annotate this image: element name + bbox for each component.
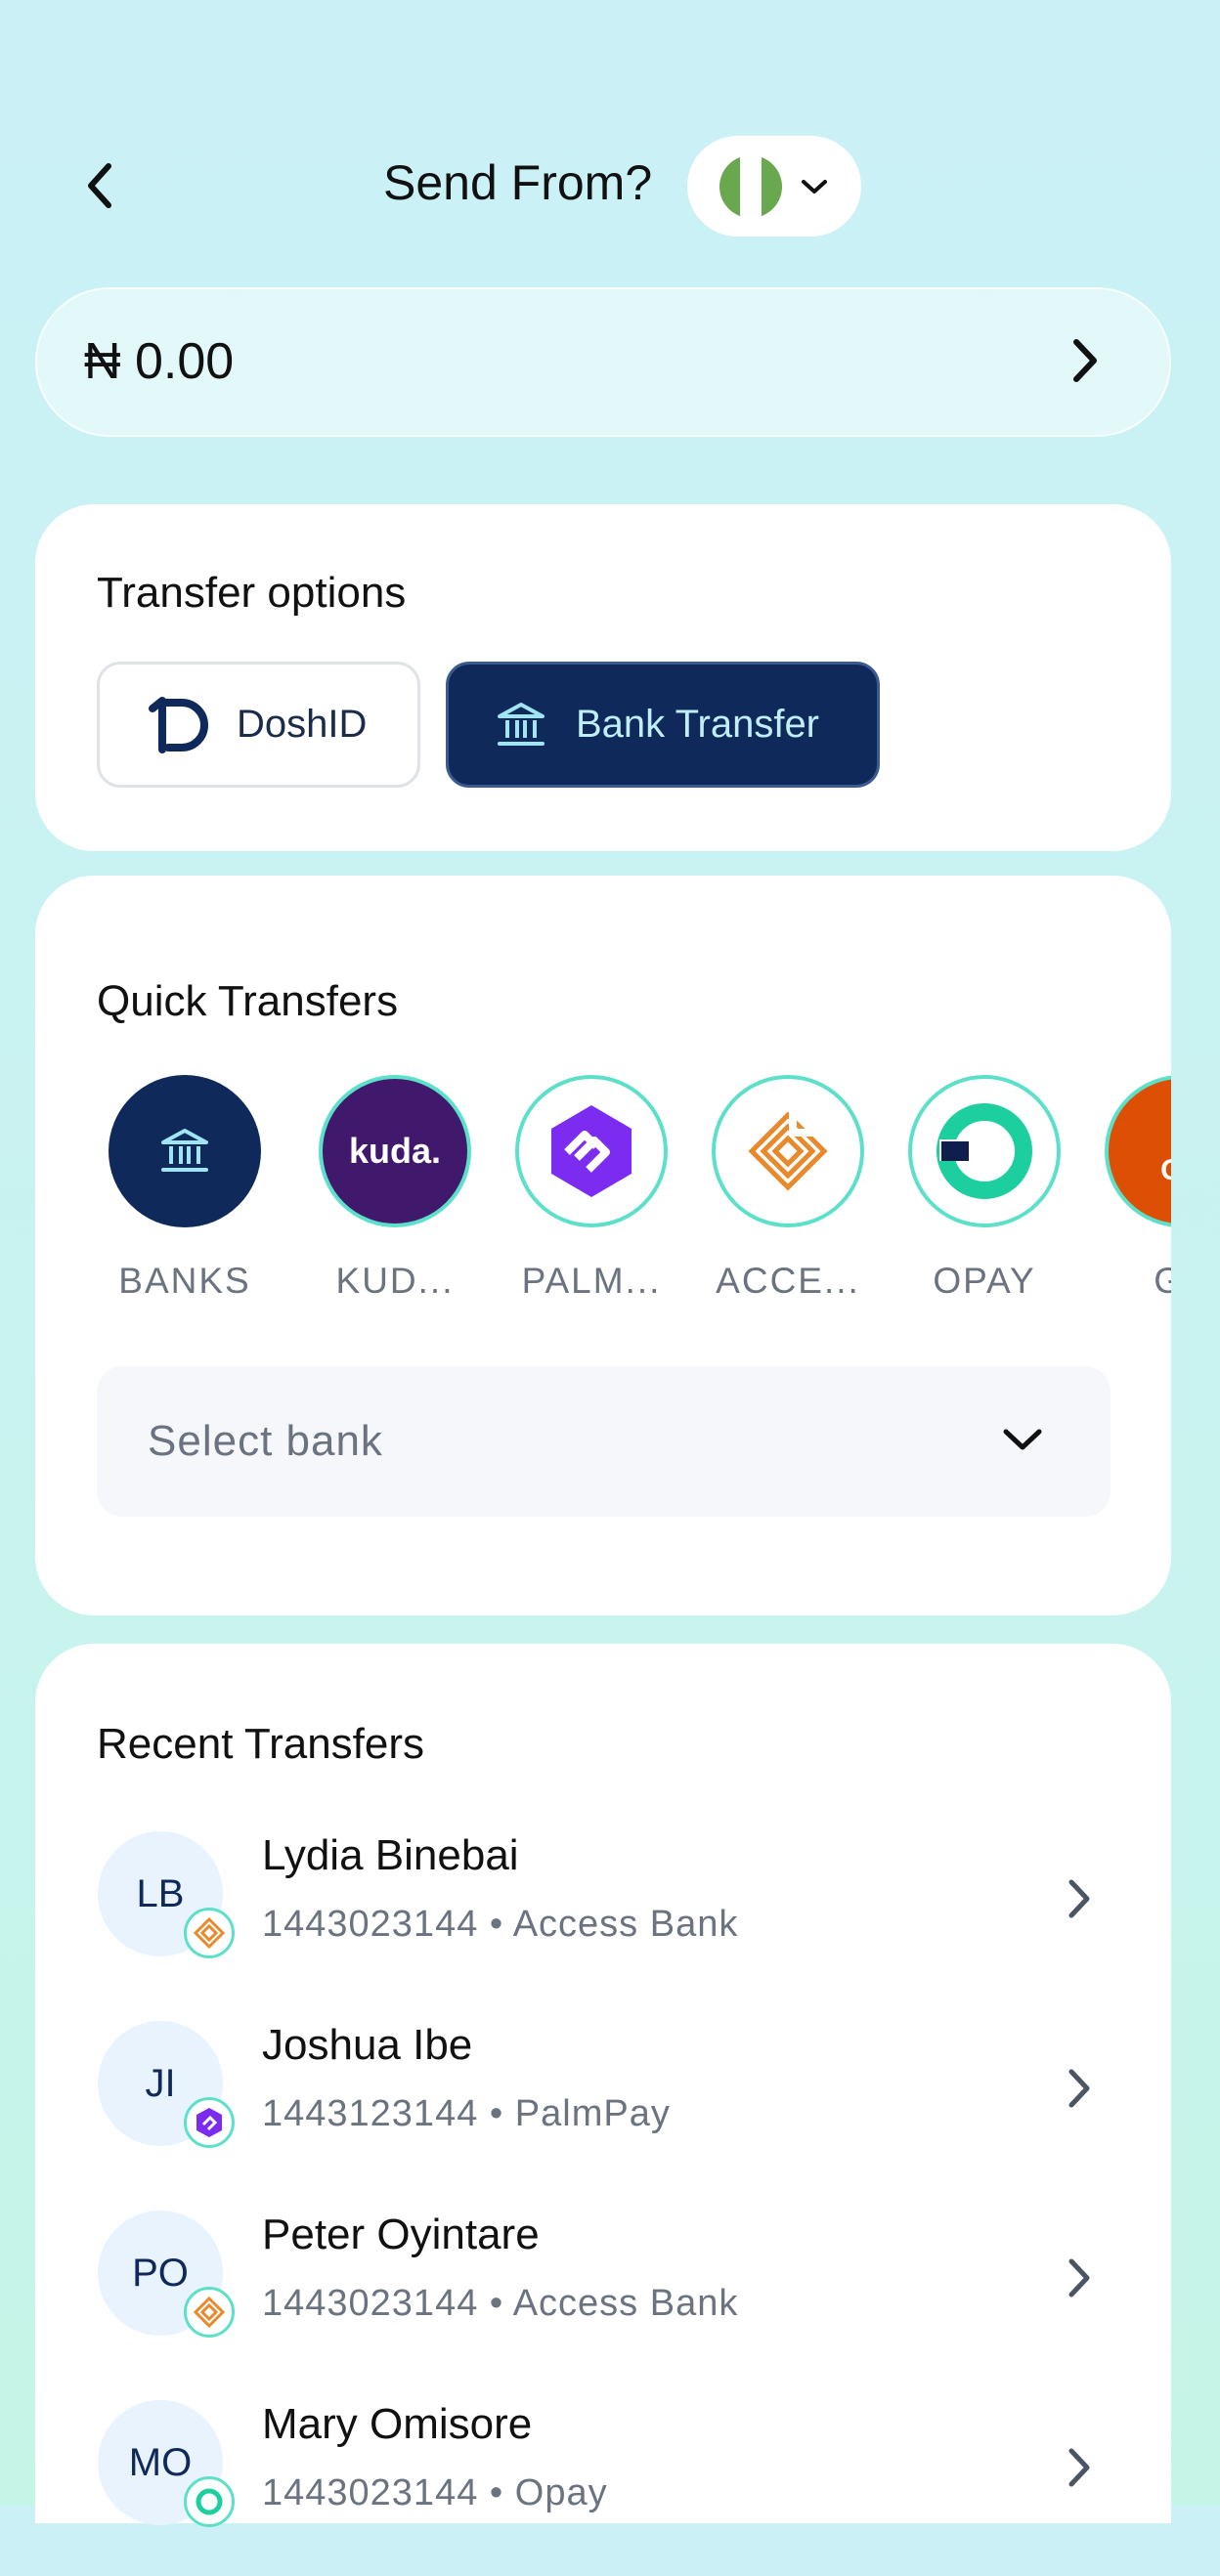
bank-name: PalmPay bbox=[514, 2093, 671, 2134]
select-bank-placeholder: Select bank bbox=[148, 1417, 383, 1465]
gtbank-logo-text: GT bbox=[1160, 1154, 1171, 1187]
quick-transfer-label: ACCE... bbox=[716, 1261, 860, 1301]
separator-dot: • bbox=[489, 2093, 504, 2134]
recipient-details: 1443023144 • Access Bank bbox=[262, 2283, 738, 2325]
quick-transfer-label: BANKS bbox=[118, 1261, 251, 1301]
doshid-option-button[interactable]: DoshID bbox=[97, 662, 420, 788]
quick-transfer-gtbank[interactable]: GT GT bbox=[1103, 1075, 1171, 1302]
chevron-right-icon bbox=[1052, 1867, 1107, 1931]
balance-amount: ₦ 0.00 bbox=[84, 333, 235, 390]
recent-transfers-title: Recent Transfers bbox=[97, 1720, 425, 1768]
kuda-logo-icon: kuda. bbox=[319, 1075, 471, 1227]
account-number: 1443023144 bbox=[262, 2472, 479, 2513]
recipient-name: Lydia Binebai bbox=[262, 1831, 519, 1879]
quick-transfer-banks[interactable]: BANKS bbox=[107, 1075, 263, 1302]
recent-transfer-row[interactable]: JI Joshua Ibe 1443123144 • PalmPay bbox=[35, 2021, 1171, 2197]
recent-transfer-row[interactable]: LB Lydia Binebai 1443023144 • Access Ban… bbox=[35, 1831, 1171, 2007]
chevron-right-icon bbox=[1052, 2056, 1107, 2121]
recent-transfer-row[interactable]: MO Mary Omisore 1443023144 • Opay bbox=[35, 2400, 1171, 2576]
back-button[interactable] bbox=[68, 147, 131, 225]
recipient-name: Joshua Ibe bbox=[262, 2021, 473, 2069]
chevron-right-icon bbox=[1052, 2435, 1107, 2500]
chevron-left-icon bbox=[88, 163, 111, 208]
chevron-right-icon bbox=[1056, 328, 1114, 393]
country-selector[interactable] bbox=[687, 136, 861, 236]
chevron-down-icon bbox=[993, 1407, 1052, 1472]
transfer-options-title: Transfer options bbox=[97, 569, 407, 617]
recipient-details: 1443123144 • PalmPay bbox=[262, 2093, 671, 2135]
quick-transfer-label: KUD... bbox=[335, 1261, 455, 1301]
quick-transfer-label: GT bbox=[1154, 1261, 1171, 1301]
account-number: 1443023144 bbox=[262, 2283, 479, 2324]
bank-transfer-option-label: Bank Transfer bbox=[576, 703, 820, 746]
bank-name: Opay bbox=[514, 2472, 608, 2513]
quick-transfer-label: OPAY bbox=[933, 1261, 1036, 1301]
bank-transfer-option-button[interactable]: Bank Transfer bbox=[446, 662, 880, 788]
separator-dot: • bbox=[489, 2472, 504, 2513]
chevron-right-icon bbox=[1052, 2246, 1107, 2310]
doshid-option-label: DoshID bbox=[237, 703, 368, 746]
palmpay-logo-icon bbox=[184, 2097, 235, 2148]
quick-transfer-access[interactable]: ACCE... bbox=[710, 1075, 866, 1302]
separator-dot: • bbox=[489, 2283, 504, 2324]
access-bank-logo-icon bbox=[184, 2287, 235, 2338]
quick-transfers-list: BANKS kuda. KUD... PALM... ACCE... OPAY … bbox=[35, 1075, 1171, 1309]
quick-transfer-palmpay[interactable]: PALM... bbox=[513, 1075, 670, 1302]
access-bank-logo-icon bbox=[184, 1908, 235, 1958]
page-title: Send From? bbox=[383, 155, 653, 210]
bank-building-icon bbox=[109, 1075, 261, 1227]
separator-dot: • bbox=[489, 1904, 504, 1945]
account-number: 1443123144 bbox=[262, 2093, 479, 2134]
quick-transfer-opay[interactable]: OPAY bbox=[906, 1075, 1063, 1302]
recipient-details: 1443023144 • Opay bbox=[262, 2472, 608, 2514]
quick-transfer-label: PALM... bbox=[521, 1261, 662, 1301]
recent-transfer-row[interactable]: PO Peter Oyintare 1443023144 • Access Ba… bbox=[35, 2211, 1171, 2386]
doshid-logo-icon bbox=[149, 696, 208, 753]
quick-transfers-title: Quick Transfers bbox=[97, 977, 399, 1025]
recipient-name: Peter Oyintare bbox=[262, 2211, 540, 2258]
gtbank-logo-icon: GT bbox=[1105, 1075, 1171, 1227]
opay-logo-icon bbox=[184, 2476, 235, 2527]
bank-name: Access Bank bbox=[512, 1904, 739, 1945]
bank-building-icon bbox=[498, 702, 545, 746]
chevron-down-icon bbox=[802, 179, 827, 193]
quick-transfer-kuda[interactable]: kuda. KUD... bbox=[317, 1075, 473, 1302]
recipient-name: Mary Omisore bbox=[262, 2400, 533, 2448]
nigeria-flag-icon bbox=[719, 154, 782, 218]
palmpay-logo-icon bbox=[515, 1075, 668, 1227]
kuda-logo-text: kuda. bbox=[348, 1131, 442, 1171]
access-bank-logo-icon bbox=[712, 1075, 864, 1227]
account-number: 1443023144 bbox=[262, 1904, 479, 1945]
recipient-details: 1443023144 • Access Bank bbox=[262, 1904, 738, 1946]
bank-name: Access Bank bbox=[512, 2283, 739, 2324]
opay-logo-icon bbox=[908, 1075, 1061, 1227]
